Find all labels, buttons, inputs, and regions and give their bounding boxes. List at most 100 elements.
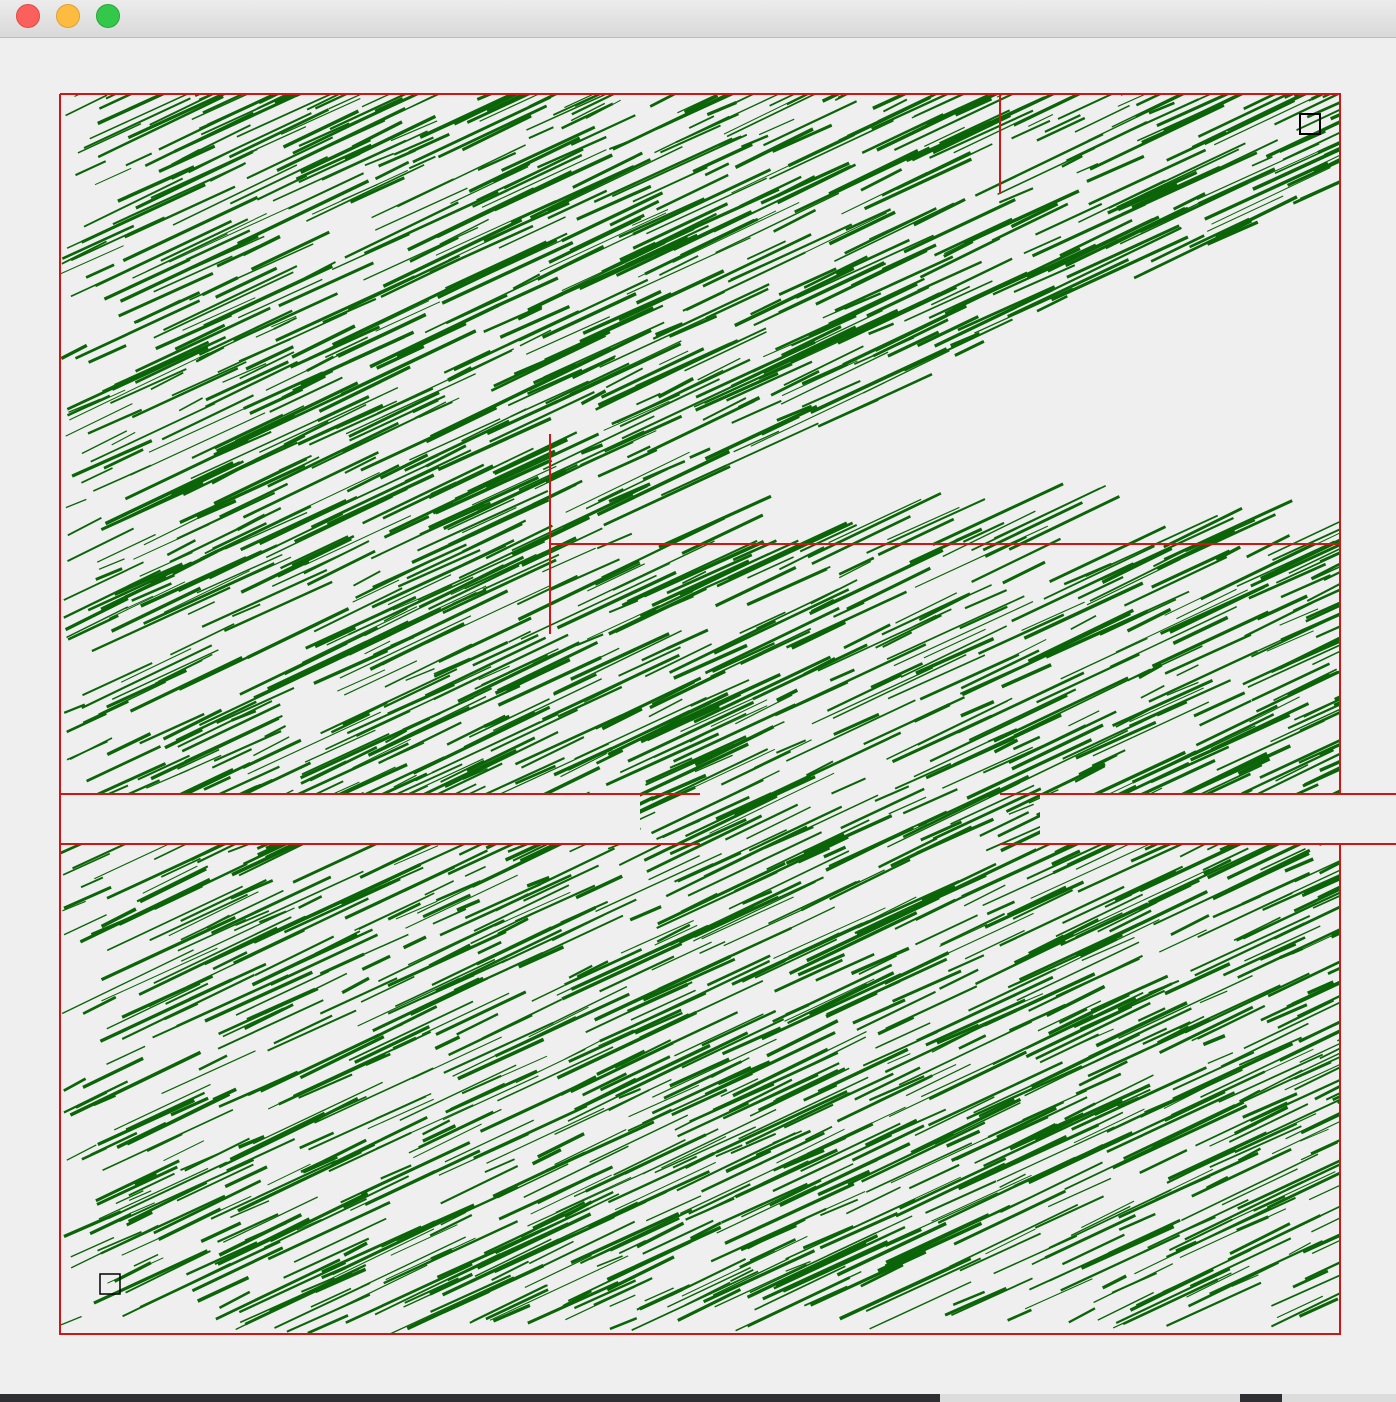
path-segment <box>82 995 117 1015</box>
path-segment <box>191 94 323 121</box>
path-segment <box>716 94 847 124</box>
path-segment <box>479 94 613 122</box>
path-segment <box>519 796 654 863</box>
path-segment <box>77 123 142 154</box>
path-segment <box>1319 795 1340 847</box>
path-segment <box>833 712 880 736</box>
path-segment <box>831 777 866 795</box>
path-segment <box>1287 673 1331 698</box>
path-segment <box>353 570 381 587</box>
path-segment <box>216 686 295 725</box>
path-segment <box>65 94 108 117</box>
path-segment <box>1096 761 1190 808</box>
path-segment <box>828 277 925 325</box>
path-segment <box>1296 951 1340 1018</box>
path-segment <box>960 649 1040 690</box>
maximize-window-button[interactable] <box>96 4 120 28</box>
path-segment <box>1323 776 1340 803</box>
path-segment <box>964 589 1008 610</box>
path-segment <box>314 626 357 649</box>
path-segment <box>200 504 312 561</box>
path-segment <box>135 306 271 373</box>
path-segment <box>536 847 615 887</box>
path-segment <box>232 812 266 830</box>
path-segment <box>464 865 486 877</box>
path-segment <box>322 297 377 324</box>
path-segment <box>158 144 216 174</box>
path-segment <box>1270 1263 1340 1328</box>
path-segment <box>1149 789 1253 840</box>
path-segment <box>1199 990 1228 1004</box>
path-segment <box>1193 691 1246 718</box>
path-segment <box>367 1098 434 1130</box>
path-segment <box>1202 1034 1226 1047</box>
path-segment <box>279 535 349 570</box>
path-segment <box>837 94 965 99</box>
path-segment <box>1107 170 1198 215</box>
path-segment <box>80 876 104 889</box>
path-segment <box>587 800 619 816</box>
path-segment <box>1336 1072 1340 1104</box>
path-segment <box>649 94 692 108</box>
path-segment <box>1058 795 1089 814</box>
path-segment <box>963 884 1006 907</box>
path-segment <box>471 824 598 888</box>
path-segment <box>809 869 885 907</box>
path-segment <box>575 785 696 843</box>
path-segment <box>969 94 1067 108</box>
path-segment <box>239 1284 323 1324</box>
path-segment <box>157 94 291 97</box>
path-segment <box>766 819 870 871</box>
path-segment <box>85 263 115 279</box>
path-segment <box>645 743 735 786</box>
path-segment <box>1302 1226 1340 1254</box>
path-segment <box>1292 179 1340 205</box>
path-segment <box>161 394 254 441</box>
path-segment <box>114 811 155 830</box>
path-segment <box>397 549 481 588</box>
path-segment <box>392 594 429 611</box>
path-segment <box>1334 656 1340 701</box>
path-segment <box>752 309 883 373</box>
path-segment <box>596 449 731 517</box>
desktop-strip-segment <box>940 1394 1240 1402</box>
window-titlebar[interactable] <box>0 0 1396 38</box>
path-segment <box>1006 885 1067 917</box>
path-segment <box>624 1128 719 1175</box>
path-segment <box>1086 154 1145 183</box>
path-segment <box>330 1116 428 1166</box>
path-segment <box>314 1067 434 1124</box>
path-segment <box>1319 1023 1340 1060</box>
path-segment <box>915 914 978 946</box>
path-segment <box>933 288 1054 348</box>
path-segment <box>438 1133 529 1176</box>
path-segment <box>143 506 222 546</box>
path-segment <box>254 935 335 977</box>
path-segment <box>512 811 614 862</box>
path-segment <box>838 556 875 576</box>
path-segment <box>437 238 558 300</box>
path-segment <box>773 1225 906 1290</box>
path-segment <box>1050 235 1189 302</box>
close-window-button[interactable] <box>16 4 40 28</box>
path-segment <box>125 1250 211 1294</box>
path-segment <box>1012 735 1041 751</box>
path-segment <box>1205 1175 1229 1190</box>
path-segment <box>1068 1307 1096 1324</box>
minimize-window-button[interactable] <box>56 4 80 28</box>
path-segment <box>651 681 696 705</box>
path-segment <box>1308 1133 1340 1201</box>
path-segment <box>67 614 119 641</box>
path-segment <box>1287 765 1340 828</box>
path-segment <box>1078 753 1118 776</box>
path-segment <box>820 1198 859 1217</box>
path-segment <box>1266 630 1314 652</box>
path-segment <box>996 1126 1115 1182</box>
path-planning-canvas[interactable] <box>0 38 1396 1394</box>
path-segment <box>836 1074 933 1123</box>
path-segment <box>550 254 649 301</box>
path-segment <box>1215 545 1241 562</box>
path-segment <box>1092 701 1210 757</box>
path-segment <box>1007 1308 1032 1322</box>
path-segment <box>1300 1142 1339 1161</box>
